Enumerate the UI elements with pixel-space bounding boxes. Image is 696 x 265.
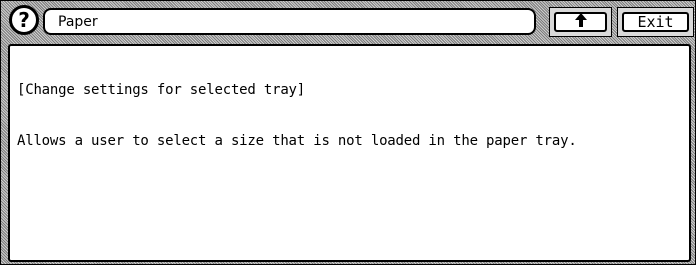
back-button[interactable]	[549, 7, 612, 37]
screen-title-field: Paper	[43, 8, 536, 35]
svg-text:?: ?	[18, 8, 30, 32]
return-arrow-icon	[571, 12, 591, 32]
help-description: Allows a user to select a size that is n…	[17, 133, 577, 149]
exit-button[interactable]: Exit	[617, 7, 694, 37]
help-question-icon: ?	[9, 5, 39, 35]
help-content-panel: [Change settings for selected tray] Allo…	[8, 44, 691, 262]
back-button-face[interactable]	[554, 12, 607, 32]
exit-button-face[interactable]: Exit	[622, 12, 689, 32]
screen-title: Paper	[58, 13, 98, 30]
help-heading: [Change settings for selected tray]	[17, 82, 306, 98]
help-screen-frame: ? Paper Exit [Change settings for select…	[0, 0, 696, 265]
exit-button-label: Exit	[637, 13, 674, 31]
